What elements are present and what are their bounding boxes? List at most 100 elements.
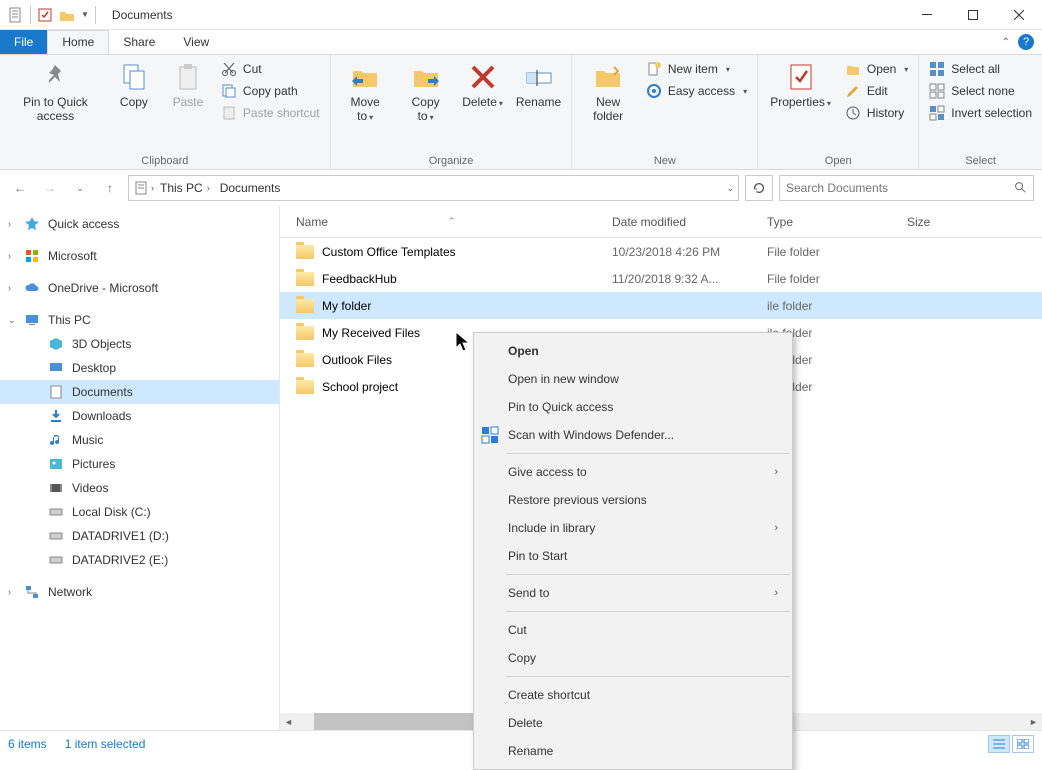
nav-thispc[interactable]: ⌄This PC: [0, 308, 279, 332]
edit-button[interactable]: Edit: [841, 81, 912, 101]
file-date: 10/23/2018 4:26 PM: [612, 245, 767, 259]
move-to-button[interactable]: Move to▾: [337, 59, 394, 126]
history-button[interactable]: History: [841, 103, 912, 123]
columns-header[interactable]: Name⌃ Date modified Type Size: [280, 206, 1042, 238]
back-button[interactable]: ←: [8, 176, 32, 200]
cut-button[interactable]: Cut: [217, 59, 324, 79]
maximize-button[interactable]: [950, 0, 996, 30]
details-view-button[interactable]: [988, 735, 1010, 753]
copy-button[interactable]: Copy: [109, 59, 159, 111]
col-date[interactable]: Date modified: [612, 215, 767, 229]
paste-button[interactable]: Paste: [163, 59, 213, 111]
refresh-button[interactable]: [745, 175, 773, 201]
ribbon-group-select: Select all Select none Invert selection …: [919, 55, 1042, 169]
tab-share[interactable]: Share: [109, 30, 169, 54]
table-row[interactable]: Custom Office Templates 10/23/2018 4:26 P…: [280, 238, 1042, 265]
breadcrumb-documents[interactable]: Documents: [216, 181, 285, 195]
cm-rename[interactable]: Rename: [474, 737, 792, 765]
folder-icon: [296, 299, 314, 313]
tab-file[interactable]: File: [0, 30, 47, 54]
copy-to-button[interactable]: Copy to▾: [398, 59, 454, 126]
cm-open[interactable]: Open: [474, 337, 792, 365]
nav-datadrive2[interactable]: DATADRIVE2 (E:): [0, 548, 279, 572]
table-row[interactable]: My folderile folder: [280, 292, 1042, 319]
cm-open-new-window[interactable]: Open in new window: [474, 365, 792, 393]
select-none-button[interactable]: Select none: [925, 81, 1036, 101]
cm-create-shortcut[interactable]: Create shortcut: [474, 681, 792, 709]
ribbon-tabs: File Home Share View ⌃ ?: [0, 30, 1042, 55]
cm-pin-quick-access[interactable]: Pin to Quick access: [474, 393, 792, 421]
tab-view[interactable]: View: [169, 30, 223, 54]
nav-downloads[interactable]: Downloads: [0, 404, 279, 428]
cm-cut[interactable]: Cut: [474, 616, 792, 644]
delete-button[interactable]: Delete▾: [458, 59, 508, 111]
paste-shortcut-button[interactable]: Paste shortcut: [217, 103, 324, 123]
cm-scan-defender[interactable]: Scan with Windows Defender...: [474, 421, 792, 449]
table-row[interactable]: FeedbackHub11/20/2018 9:32 A...File fold…: [280, 265, 1042, 292]
nav-network[interactable]: ›Network: [0, 580, 279, 604]
breadcrumb-thispc[interactable]: This PC›: [156, 181, 214, 195]
collapse-ribbon-icon[interactable]: ⌃: [1002, 37, 1010, 48]
nav-microsoft[interactable]: ›Microsoft: [0, 244, 279, 268]
file-type: File folder: [767, 272, 907, 286]
cm-separator: [506, 611, 790, 612]
breadcrumb[interactable]: › This PC› Documents ⌄: [128, 175, 739, 201]
cursor-icon: [454, 330, 474, 360]
up-button[interactable]: ↑: [98, 176, 122, 200]
cm-include-library[interactable]: Include in library›: [474, 514, 792, 542]
status-selected-count: 1 item selected: [65, 737, 146, 751]
recent-locations-button[interactable]: ⌄: [68, 176, 92, 200]
nav-music[interactable]: Music: [0, 428, 279, 452]
navigation-pane[interactable]: ›Quick access ›Microsoft ›OneDrive - Mic…: [0, 206, 280, 730]
cm-separator: [506, 574, 790, 575]
ribbon-group-open: Properties▾ Open▾ Edit History Open: [758, 55, 919, 169]
forward-button[interactable]: →: [38, 176, 62, 200]
scroll-right-icon[interactable]: ►: [1025, 713, 1042, 730]
address-bar-row: ← → ⌄ ↑ › This PC› Documents ⌄ Search Do…: [0, 170, 1042, 206]
new-item-button[interactable]: New item▾: [642, 59, 751, 79]
select-all-button[interactable]: Select all: [925, 59, 1036, 79]
properties-button[interactable]: Properties▾: [764, 59, 837, 111]
col-name[interactable]: Name: [296, 215, 328, 229]
nav-pictures[interactable]: Pictures: [0, 452, 279, 476]
nav-quick-access[interactable]: ›Quick access: [0, 212, 279, 236]
file-name: Custom Office Templates: [322, 245, 456, 259]
help-icon[interactable]: ?: [1018, 34, 1034, 50]
nav-desktop[interactable]: Desktop: [0, 356, 279, 380]
scroll-left-icon[interactable]: ◄: [280, 713, 297, 730]
open-button[interactable]: Open▾: [841, 59, 912, 79]
nav-local-c[interactable]: Local Disk (C:): [0, 500, 279, 524]
pin-quick-access-button[interactable]: Pin to Quick access: [6, 59, 105, 126]
minimize-button[interactable]: [904, 0, 950, 30]
properties-qat-icon[interactable]: [37, 7, 53, 23]
search-input[interactable]: Search Documents: [779, 175, 1034, 201]
nav-onedrive[interactable]: ›OneDrive - Microsoft: [0, 276, 279, 300]
folder-icon: [296, 272, 314, 286]
close-button[interactable]: [996, 0, 1042, 30]
col-type[interactable]: Type: [767, 215, 907, 229]
qat-dropdown-icon[interactable]: ▼: [81, 10, 89, 19]
easy-access-button[interactable]: Easy access▾: [642, 81, 751, 101]
cm-send-to[interactable]: Send to›: [474, 579, 792, 607]
cm-copy[interactable]: Copy: [474, 644, 792, 672]
newfolder-qat-icon[interactable]: [59, 7, 75, 23]
file-name: School project: [322, 380, 398, 394]
nav-datadrive1[interactable]: DATADRIVE1 (D:): [0, 524, 279, 548]
rename-button[interactable]: Rename: [512, 59, 566, 111]
cm-give-access[interactable]: Give access to›: [474, 458, 792, 486]
nav-3d-objects[interactable]: 3D Objects: [0, 332, 279, 356]
cm-restore-versions[interactable]: Restore previous versions: [474, 486, 792, 514]
col-size[interactable]: Size: [907, 215, 987, 229]
copy-path-button[interactable]: Copy path: [217, 81, 324, 101]
new-folder-button[interactable]: New folder: [578, 59, 637, 126]
breadcrumb-dropdown-icon[interactable]: ⌄: [726, 183, 734, 194]
cm-pin-start[interactable]: Pin to Start: [474, 542, 792, 570]
thumbnails-view-button[interactable]: [1012, 735, 1034, 753]
ribbon-group-new: New folder New item▾ Easy access▾ New: [572, 55, 758, 169]
file-date: 11/20/2018 9:32 A...: [612, 272, 767, 286]
nav-videos[interactable]: Videos: [0, 476, 279, 500]
tab-home[interactable]: Home: [47, 30, 109, 54]
cm-delete[interactable]: Delete: [474, 709, 792, 737]
invert-selection-button[interactable]: Invert selection: [925, 103, 1036, 123]
nav-documents[interactable]: Documents: [0, 380, 279, 404]
